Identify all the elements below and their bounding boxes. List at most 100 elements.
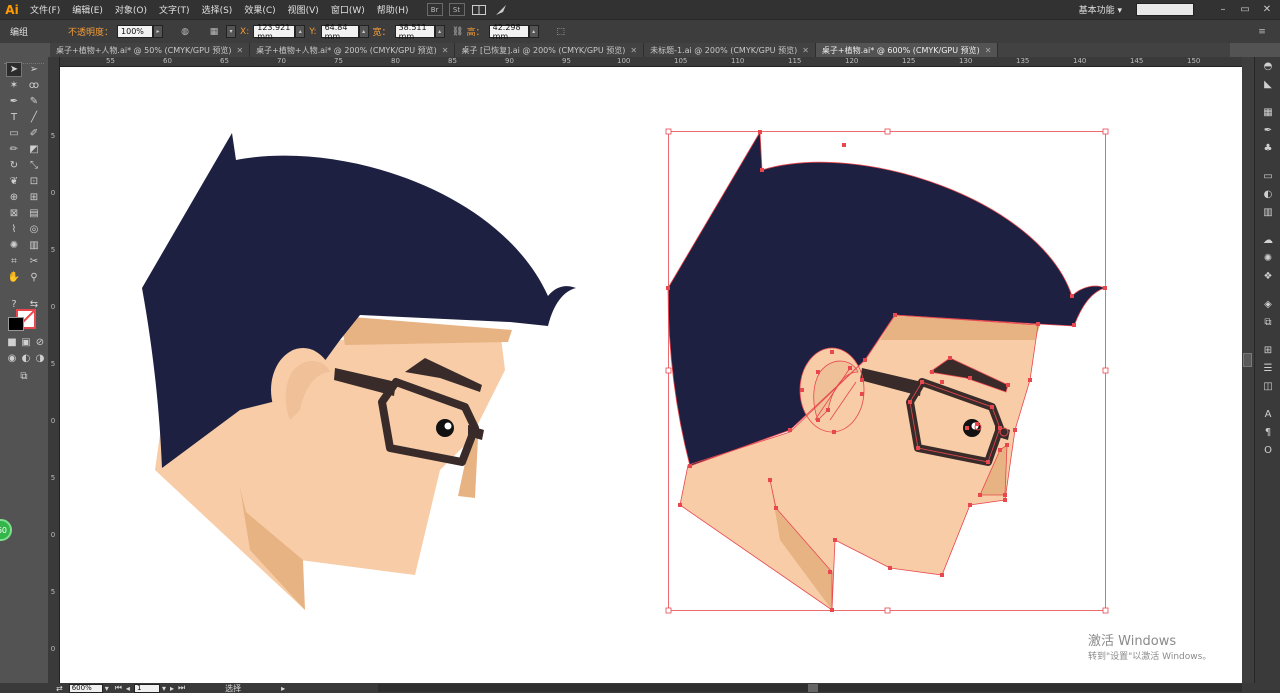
magic-wand-tool-icon[interactable]: ✶ xyxy=(6,78,22,93)
x-stepper-icon[interactable]: ▴ xyxy=(295,25,306,38)
tab-document-4[interactable]: 未标题-1.ai @ 200% (CMYK/GPU 预览) ✕ xyxy=(644,43,816,57)
head-illustration[interactable] xyxy=(142,133,576,610)
close-icon[interactable]: ✕ xyxy=(985,46,992,55)
pencil-tool-icon[interactable]: ✏ xyxy=(6,142,22,157)
menu-edit[interactable]: 编辑(E) xyxy=(66,3,109,16)
horizontal-scrollbar-thumb[interactable] xyxy=(808,684,818,692)
warp-tool-icon[interactable]: ❦ xyxy=(6,174,22,189)
artboard-tool-icon[interactable]: ⌗ xyxy=(6,254,22,269)
close-icon[interactable]: ✕ xyxy=(802,46,809,55)
menu-help[interactable]: 帮助(H) xyxy=(371,3,415,16)
perspective-grid-tool-icon[interactable]: ⊞ xyxy=(26,190,42,205)
stroke-panel-icon[interactable]: ▭ xyxy=(1260,169,1276,183)
eyedropper-tool-icon[interactable]: ⌇ xyxy=(6,222,22,237)
character-panel-icon[interactable]: A xyxy=(1260,407,1276,421)
menu-object[interactable]: 对象(O) xyxy=(109,3,153,16)
panel-menu-icon[interactable]: ≡ xyxy=(1255,25,1269,38)
vertical-scrollbar[interactable] xyxy=(1242,57,1254,683)
reference-point-dropdown-icon[interactable]: ▾ xyxy=(226,25,237,38)
bridge-button[interactable]: Br xyxy=(426,3,443,16)
swatches-icon[interactable]: ▦ xyxy=(1260,105,1276,119)
zoom-tool-icon[interactable]: ⚲ xyxy=(26,270,42,285)
mesh-tool-icon[interactable]: ⊠ xyxy=(6,206,22,221)
direct-selection-tool-icon[interactable]: ➢ xyxy=(26,62,42,77)
recolor-artwork-icon[interactable]: ◍ xyxy=(178,25,192,38)
horizontal-ruler[interactable]: 55 60 65 70 75 80 85 90 95 100 105 110 1… xyxy=(60,57,1242,67)
height-stepper-icon[interactable]: ▴ xyxy=(528,25,539,38)
pathfinder-icon[interactable]: ◫ xyxy=(1260,379,1276,393)
blend-tool-icon[interactable]: ◎ xyxy=(26,222,42,237)
menu-select[interactable]: 选择(S) xyxy=(196,3,239,16)
status-menu-icon[interactable]: ▸ xyxy=(281,684,285,693)
vertical-scrollbar-thumb[interactable] xyxy=(1243,353,1252,367)
rectangle-tool-icon[interactable]: ▭ xyxy=(6,126,22,141)
none-mode-icon[interactable]: ⊘ xyxy=(32,335,48,350)
graphic-styles-icon[interactable]: ❖ xyxy=(1260,269,1276,283)
screen-mode-icon[interactable]: ⧉ xyxy=(16,369,32,384)
reference-point-icon[interactable]: ▦ xyxy=(207,25,221,38)
paintbrush-tool-icon[interactable]: ✐ xyxy=(26,126,42,141)
gradient-panel-icon[interactable]: ◐ xyxy=(1260,187,1276,201)
height-input[interactable]: 42.298 mm xyxy=(488,23,529,41)
libraries-icon[interactable]: ☁ xyxy=(1260,233,1276,247)
gpu-performance-icon[interactable] xyxy=(493,3,509,16)
artboard-dropdown-icon[interactable]: ▾ xyxy=(162,684,166,693)
link-proportions-icon[interactable]: ⛓ xyxy=(451,25,465,38)
rotate-tool-icon[interactable]: ↻ xyxy=(6,158,22,173)
artboard-number-input[interactable]: 1 xyxy=(133,683,160,693)
scale-tool-icon[interactable]: ⤡ xyxy=(26,158,42,173)
close-icon[interactable]: ✕ xyxy=(630,46,637,55)
last-artboard-icon[interactable]: ⏭ xyxy=(178,683,185,693)
pen-tool-icon[interactable]: ✒ xyxy=(6,94,22,109)
opacity-input[interactable]: 100% xyxy=(117,25,154,38)
appearance-icon[interactable]: ✺ xyxy=(1260,251,1276,265)
symbol-sprayer-tool-icon[interactable]: ✺ xyxy=(6,238,22,253)
selection-tool-icon[interactable]: ➤ xyxy=(6,62,22,77)
close-icon[interactable]: ✕ xyxy=(236,46,243,55)
free-transform-tool-icon[interactable]: ⊡ xyxy=(26,174,42,189)
y-stepper-icon[interactable]: ▴ xyxy=(358,25,369,38)
width-input[interactable]: 38.511 mm xyxy=(394,23,435,41)
help-search-input[interactable] xyxy=(1136,3,1194,16)
opacity-label[interactable]: 不透明度： xyxy=(68,25,113,38)
vertical-ruler[interactable]: 5 0 5 0 5 0 5 0 5 0 xyxy=(48,57,60,683)
tab-document-3[interactable]: 桌子 [已恢复].ai @ 200% (CMYK/GPU 预览) ✕ xyxy=(455,43,645,57)
arrange-documents-icon[interactable] xyxy=(471,3,487,16)
layers-icon[interactable]: ◈ xyxy=(1260,297,1276,311)
lasso-tool-icon[interactable]: ꝏ xyxy=(26,78,42,93)
menu-window[interactable]: 窗口(W) xyxy=(325,3,371,16)
previous-artboard-icon[interactable]: ◂ xyxy=(126,684,130,693)
artboards-icon[interactable]: ⧉ xyxy=(1260,315,1276,329)
transform-icon[interactable]: ⬚ xyxy=(554,25,568,38)
first-artboard-icon[interactable]: ⏮ xyxy=(115,683,122,693)
horizontal-scrollbar[interactable] xyxy=(378,684,1242,692)
symbols-icon[interactable]: ♣ xyxy=(1260,141,1276,155)
menu-file[interactable]: 文件(F) xyxy=(24,3,66,16)
workspace-switcher[interactable]: 基本功能 ▾ xyxy=(1079,3,1122,16)
color-panel-icon[interactable]: ◣ xyxy=(1260,77,1276,91)
line-tool-icon[interactable]: ╱ xyxy=(26,110,42,125)
eraser-tool-icon[interactable]: ◩ xyxy=(26,142,42,157)
menu-type[interactable]: 文字(T) xyxy=(153,3,196,16)
tab-document-2[interactable]: 桌子+植物+人物.ai* @ 200% (CMYK/GPU 预览) ✕ xyxy=(250,43,456,57)
opacity-dropdown-icon[interactable]: ▸ xyxy=(153,25,164,38)
tab-document-1[interactable]: 桌子+植物+人物.ai* @ 50% (CMYK/GPU 预览) ✕ xyxy=(50,43,251,57)
zoom-level-input[interactable]: 600% xyxy=(68,683,103,693)
x-input[interactable]: 123.921 mm xyxy=(253,23,296,41)
stock-button[interactable]: St xyxy=(448,3,465,16)
align-panel-icon[interactable]: ☰ xyxy=(1260,361,1276,375)
fill-color-icon[interactable] xyxy=(8,317,24,331)
draw-inside-icon[interactable]: ◑ xyxy=(32,351,48,366)
slice-tool-icon[interactable]: ✂ xyxy=(26,254,42,269)
color-guide-icon[interactable]: ◓ xyxy=(1260,59,1276,73)
shape-builder-tool-icon[interactable]: ⊕ xyxy=(6,190,22,205)
transparency-panel-icon[interactable]: ▥ xyxy=(1260,205,1276,219)
close-button[interactable]: ✕ xyxy=(1258,4,1276,16)
opentype-panel-icon[interactable]: O xyxy=(1260,443,1276,457)
type-tool-icon[interactable]: T xyxy=(6,110,22,125)
width-stepper-icon[interactable]: ▴ xyxy=(434,25,445,38)
minimize-button[interactable]: – xyxy=(1214,4,1232,16)
paragraph-panel-icon[interactable]: ¶ xyxy=(1260,425,1276,439)
menu-view[interactable]: 视图(V) xyxy=(282,3,325,16)
close-icon[interactable]: ✕ xyxy=(442,46,449,55)
